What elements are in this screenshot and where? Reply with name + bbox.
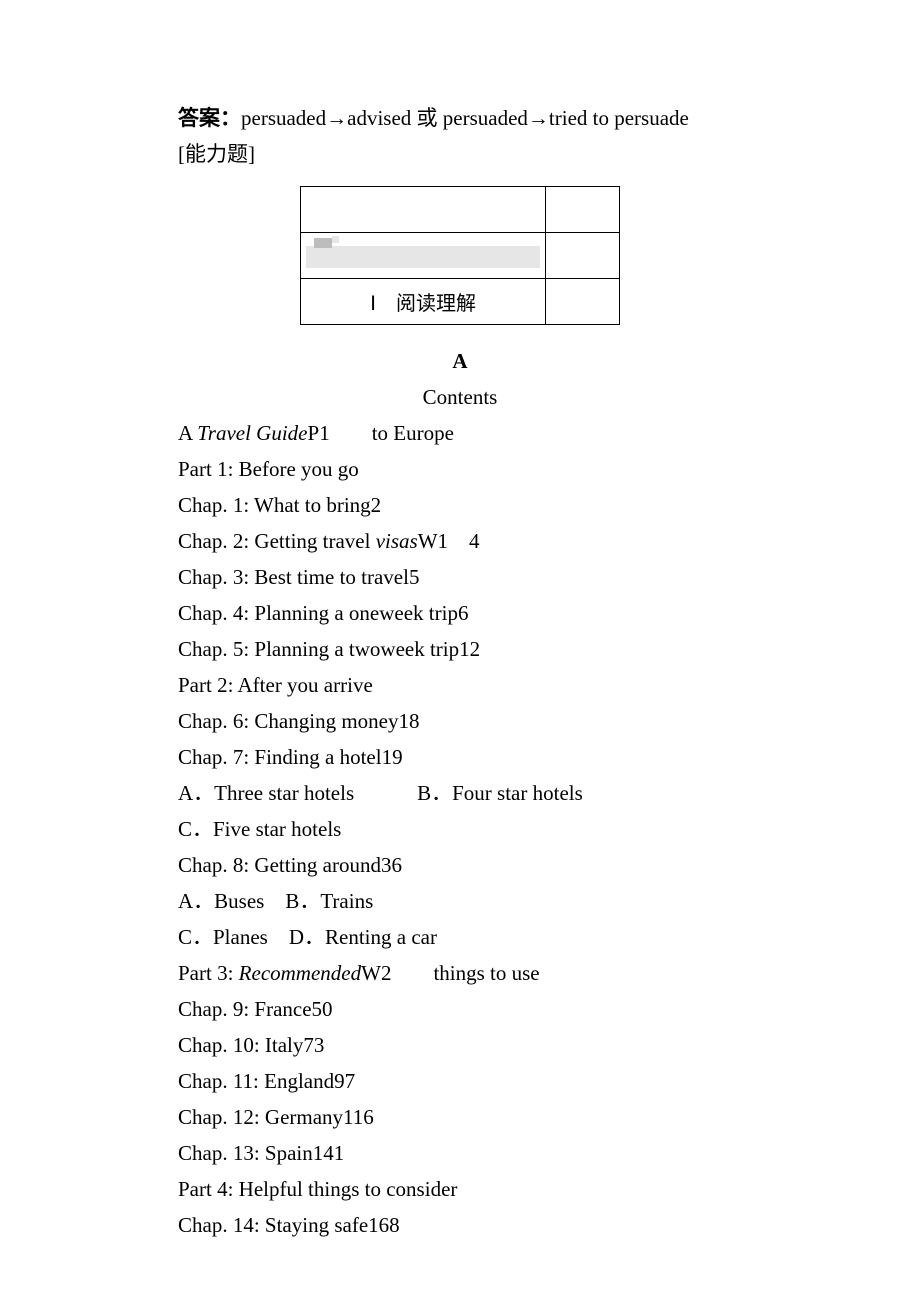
heading-a: A (178, 343, 742, 379)
section-table: Ⅰ 阅读理解 (300, 186, 620, 325)
text-segment: W1 4 (418, 529, 480, 553)
content-line: Chap. 1: What to bring2 (178, 487, 742, 523)
content-line: Part 2: After you arrive (178, 667, 742, 703)
content-line: Chap. 5: Planning a two­week trip12 (178, 631, 742, 667)
table: Ⅰ 阅读理解 (300, 186, 620, 325)
content-line: Chap. 4: Planning a one­week trip6 (178, 595, 742, 631)
table-cell-stripe (301, 233, 546, 279)
table-cell-empty-2 (546, 187, 620, 233)
content-line-4: Chap. 2: Getting travel visasW1 4 (178, 523, 742, 559)
answer-line: 答案：persuaded→advised 或 persuaded→tried t… (178, 100, 742, 136)
content-line: A．Buses B．Trains (178, 883, 742, 919)
content-line-1: A Travel GuideP1 to Europe (178, 415, 742, 451)
content-line: Chap. 7: Finding a hotel19 (178, 739, 742, 775)
content-line: Chap. 10: Italy73 (178, 1027, 742, 1063)
text-segment: W2 things to use (361, 961, 540, 985)
italic-segment: visas (376, 529, 418, 553)
table-cell-empty-4 (546, 279, 620, 325)
answer-label: 答案： (178, 106, 241, 130)
ability-label: [能力题] (178, 136, 742, 172)
answer-text: persuaded→advised 或 persuaded→tried to p… (241, 106, 689, 130)
text-segment: A (178, 421, 197, 445)
content-line: Chap. 14: Staying safe168 (178, 1207, 742, 1243)
content-line: Chap. 6: Changing money18 (178, 703, 742, 739)
content-line: C．Planes D．Renting a car (178, 919, 742, 955)
table-cell-reading: Ⅰ 阅读理解 (301, 279, 546, 325)
stripe-graphic (306, 246, 540, 268)
italic-segment: Travel Guide (197, 421, 307, 445)
content-line: Chap. 13: Spain141 (178, 1135, 742, 1171)
table-cell-empty-3 (546, 233, 620, 279)
heading-contents: Contents (178, 379, 742, 415)
italic-segment: Recommended (239, 961, 361, 985)
content-line: Part 1: Before you go (178, 451, 742, 487)
text-segment: P1 to Europe (308, 421, 454, 445)
content-line: Chap. 11: England97 (178, 1063, 742, 1099)
table-cell-empty-1 (301, 187, 546, 233)
content-line: A．Three star hotels B．Four star hotels (178, 775, 742, 811)
text-segment: Part 3: (178, 961, 239, 985)
content-line: Chap. 3: Best time to travel5 (178, 559, 742, 595)
document-page: 答案：persuaded→advised 或 persuaded→tried t… (0, 0, 920, 1303)
content-line-16: Part 3: RecommendedW2 things to use (178, 955, 742, 991)
content-line: Chap. 9: France50 (178, 991, 742, 1027)
content-line: Chap. 8: Getting around36 (178, 847, 742, 883)
text-segment: Chap. 2: Getting travel (178, 529, 376, 553)
content-line: C．Five star hotels (178, 811, 742, 847)
content-line: Part 4: Helpful things to consider (178, 1171, 742, 1207)
content-line: Chap. 12: Germany116 (178, 1099, 742, 1135)
